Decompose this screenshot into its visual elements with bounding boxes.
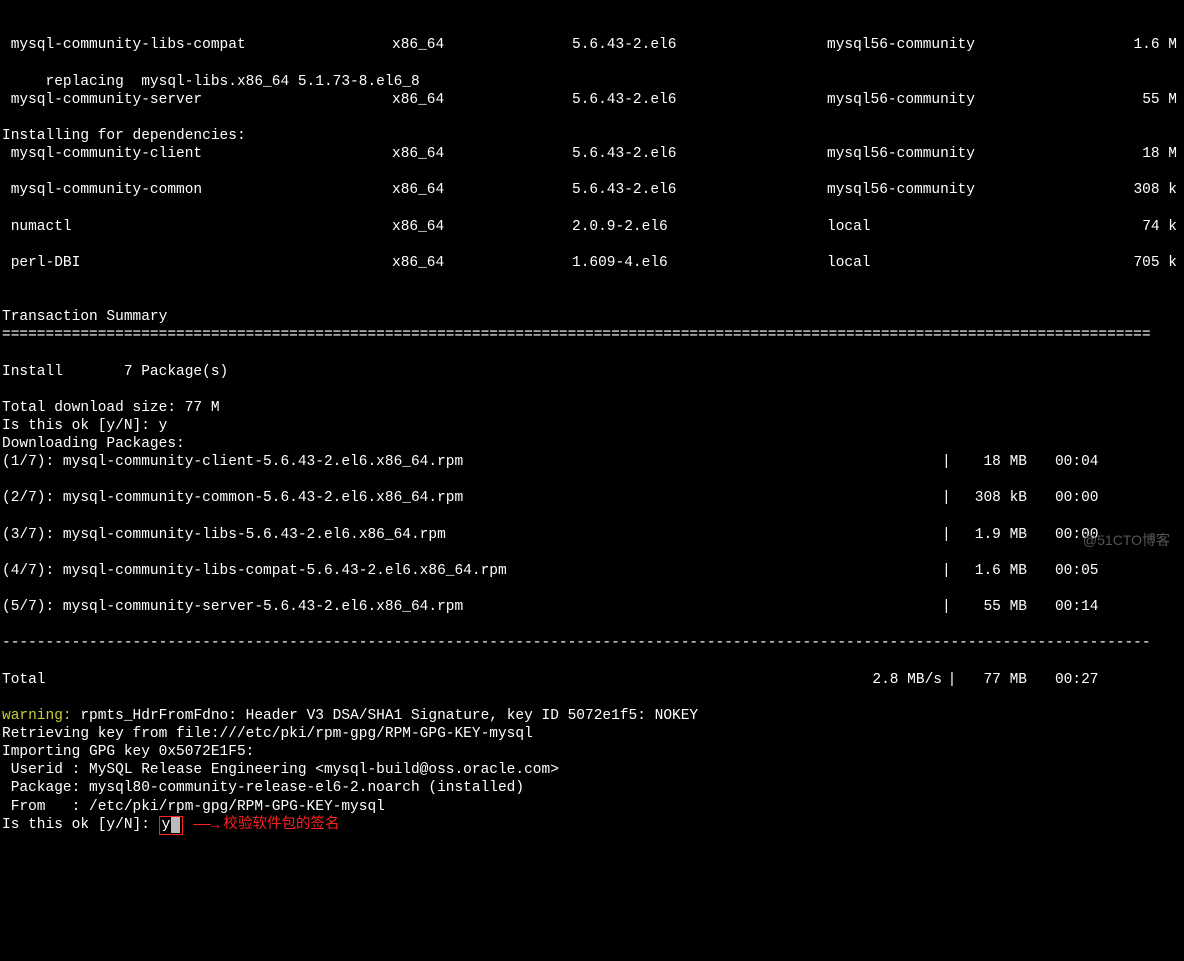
confirm-input[interactable]: y: [159, 816, 184, 835]
package-line: Package: mysql80-community-release-el6-2…: [2, 780, 524, 796]
pkg-row: mysql-community-commonx86_645.6.43-2.el6…: [2, 181, 1182, 199]
divider-dash: ----------------------------------------…: [2, 634, 1182, 652]
pkg-row: perl-DBIx86_641.609-4.el6local705 k: [2, 254, 1182, 272]
divider-double: ========================================…: [2, 326, 1182, 344]
retrieve-line: Retrieving key from file:///etc/pki/rpm-…: [2, 726, 533, 742]
warning-line: warning: rpmts_HdrFromFdno: Header V3 DS…: [2, 708, 698, 724]
terminal-output: mysql-community-libs-compatx86_645.6.43-…: [0, 18, 1184, 834]
deps-header: Installing for dependencies:: [2, 128, 246, 144]
pkg-ver: 5.6.43-2.el6: [572, 36, 827, 54]
from-line: From : /etc/pki/rpm-gpg/RPM-GPG-KEY-mysq…: [2, 799, 385, 815]
pkg-row: mysql-community-clientx86_645.6.43-2.el6…: [2, 145, 1182, 163]
install-count: Install 7 Package(s): [2, 364, 228, 380]
summary-header: Transaction Summary: [2, 309, 167, 325]
download-row: (2/7): mysql-community-common-5.6.43-2.e…: [2, 489, 1182, 507]
arrow-right-icon: ──→: [193, 817, 219, 835]
download-row: (3/7): mysql-community-libs-5.6.43-2.el6…: [2, 526, 1182, 544]
pkg-name: mysql-community-libs-compat: [2, 36, 392, 54]
watermark-text: @51CTO博客: [1083, 532, 1170, 550]
pkg-repo: mysql56-community: [827, 36, 1107, 54]
annotation-text: 校验软件包的签名: [223, 817, 339, 833]
pkg-size: 1.6 M: [1107, 36, 1177, 54]
total-row: Total2.8 MB/s| 77 MB00:27: [2, 671, 1182, 689]
cursor-icon: [171, 817, 180, 833]
downloading-label: Downloading Packages:: [2, 436, 185, 452]
pkg-row: mysql-community-libs-compatx86_645.6.43-…: [2, 36, 1182, 54]
pkg-row: numactlx86_642.0.9-2.el6local74 k: [2, 218, 1182, 236]
pkg-arch: x86_64: [392, 36, 572, 54]
replacing-line: replacing mysql-libs.x86_64 5.1.73-8.el6…: [2, 74, 420, 90]
import-line: Importing GPG key 0x5072E1F5:: [2, 744, 254, 760]
download-row: (1/7): mysql-community-client-5.6.43-2.e…: [2, 453, 1182, 471]
total-download-size: Total download size: 77 M: [2, 400, 220, 416]
userid-line: Userid : MySQL Release Engineering <mysq…: [2, 762, 559, 778]
pkg-row: mysql-community-serverx86_645.6.43-2.el6…: [2, 91, 1182, 109]
prompt-line: Is this ok [y/N]: y: [2, 418, 167, 434]
prompt-line-2: Is this ok [y/N]: y──→校验软件包的签名: [2, 817, 339, 833]
download-row: (5/7): mysql-community-server-5.6.43-2.e…: [2, 598, 1182, 616]
